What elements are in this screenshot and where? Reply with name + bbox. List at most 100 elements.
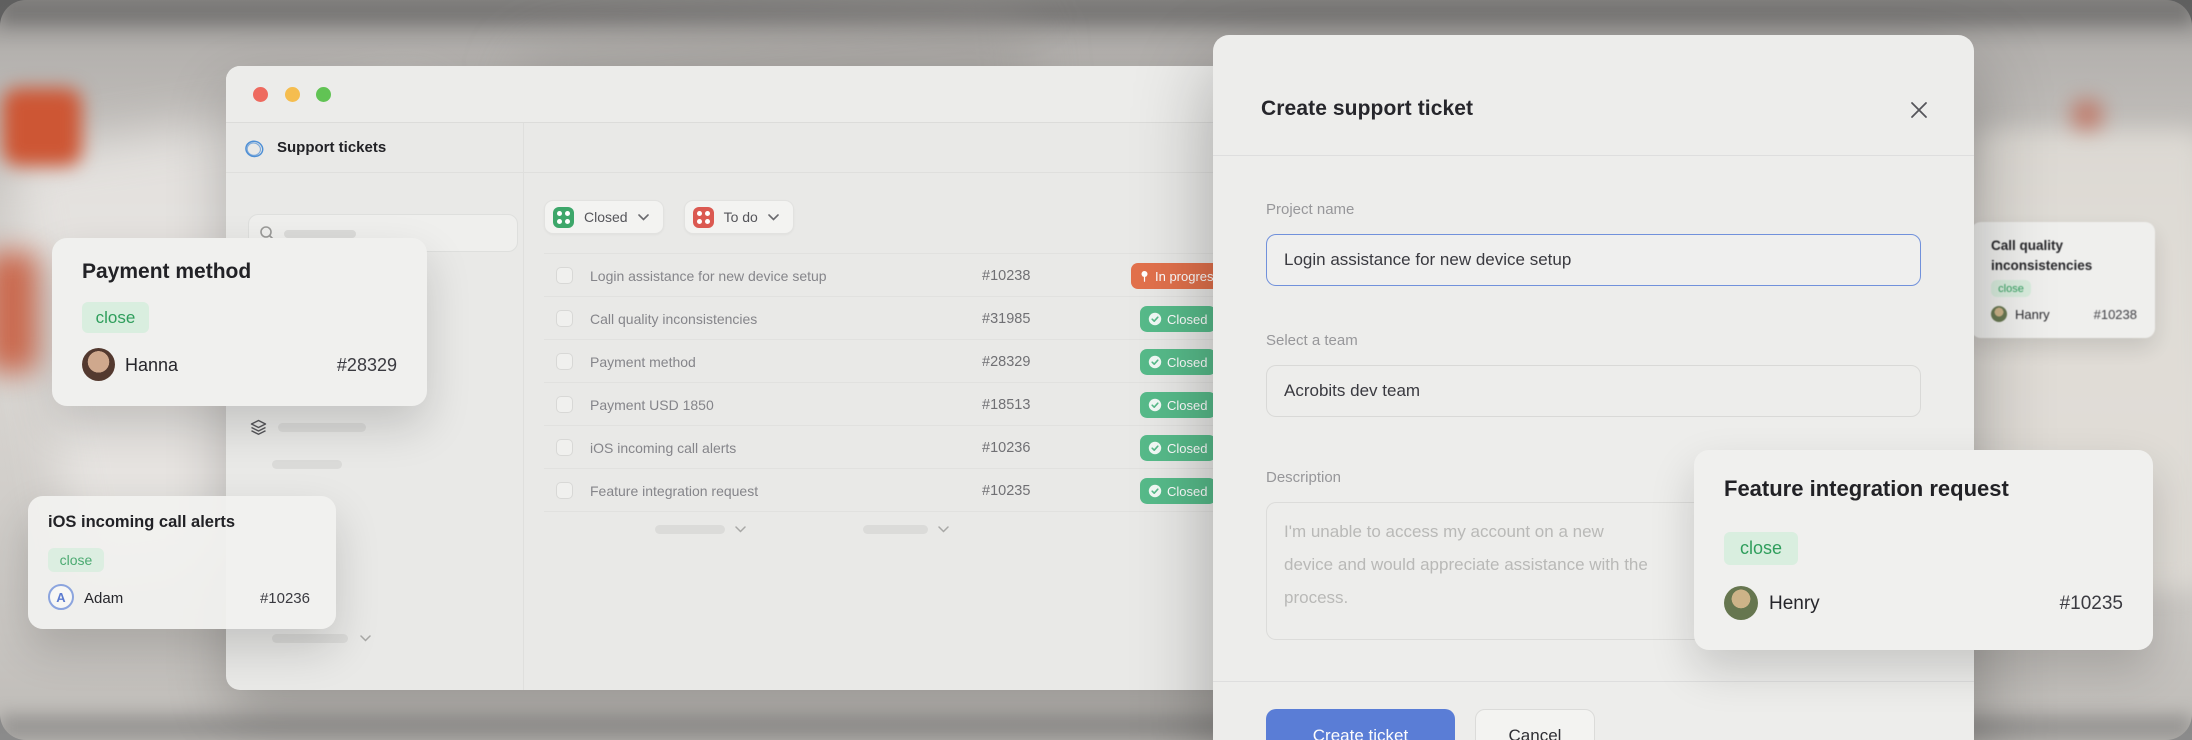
description-label: Description (1266, 469, 1341, 486)
grid-icon (693, 207, 714, 228)
chevron-down-icon (360, 635, 371, 642)
layers-icon (249, 418, 268, 437)
app-logo-icon (242, 137, 267, 162)
modal-title: Create support ticket (1261, 97, 1473, 121)
cancel-button[interactable]: Cancel (1475, 709, 1595, 740)
check-icon (1148, 441, 1162, 455)
table-row[interactable]: iOS incoming call alerts #10236 Closed (544, 426, 1260, 469)
card-title: Payment method (82, 260, 251, 284)
ticket-id: #10236 (260, 590, 310, 607)
ticket-id: #31985 (982, 311, 1030, 327)
assignee-name: Hanry (2015, 307, 2050, 322)
status-badge: Closed (1140, 478, 1216, 504)
table-row[interactable]: Login assistance for new device setup #1… (544, 254, 1260, 297)
row-checkbox[interactable] (556, 396, 573, 413)
sidebar-divider (523, 123, 524, 690)
avatar (1724, 586, 1758, 620)
modal-footer-divider (1213, 681, 1974, 682)
tickets-table: Login assistance for new device setup #1… (544, 253, 1260, 512)
check-icon (1148, 312, 1162, 326)
ticket-title: Payment USD 1850 (590, 397, 714, 413)
pin-icon (1139, 270, 1150, 283)
table-row[interactable]: Feature integration request #10235 Close… (544, 469, 1260, 512)
app-header-row: Support tickets (226, 123, 1260, 173)
ticket-id: #10235 (2060, 593, 2123, 615)
status-label: In progress (1155, 269, 1220, 284)
pagination-control[interactable] (863, 525, 949, 534)
filter-bar: Closed To do (544, 200, 794, 234)
ticket-id: #10238 (982, 268, 1030, 284)
status-label: Closed (1167, 398, 1207, 413)
status-badge: Closed (1140, 435, 1216, 461)
window-titlebar (226, 66, 1260, 123)
ticket-title: Call quality inconsistencies (590, 311, 757, 327)
assignee-name: Adam (84, 590, 123, 607)
card-title: Feature integration request (1724, 476, 2009, 502)
status-label: Closed (1167, 312, 1207, 327)
status-label: Closed (1167, 355, 1207, 370)
sidebar-label-skeleton (278, 423, 366, 432)
zoom-window-button[interactable] (316, 87, 331, 102)
minimize-window-button[interactable] (285, 87, 300, 102)
ticket-id: #28329 (337, 355, 397, 376)
project-name-input[interactable] (1266, 234, 1921, 286)
card-title: Call quality inconsistencies (1991, 236, 2121, 276)
status-badge: Closed (1140, 349, 1216, 375)
sidebar-label-skeleton (272, 460, 342, 469)
ticket-id: #10235 (982, 483, 1030, 499)
status-badge: Closed (1140, 306, 1216, 332)
table-row[interactable]: Payment method #28329 Closed (544, 340, 1260, 383)
status-badge: Closed (1140, 392, 1216, 418)
assignee-name: Hanna (125, 355, 178, 376)
status-chip: close (82, 302, 149, 333)
ticket-id: #10236 (982, 440, 1030, 456)
bg-top-shade (0, 0, 2192, 26)
app-title: Support tickets (277, 139, 386, 156)
filter-label: Closed (584, 209, 628, 225)
ticket-id: #18513 (982, 397, 1030, 413)
grid-icon (553, 207, 574, 228)
team-label: Select a team (1266, 332, 1358, 349)
ticket-card-ios-alerts: iOS incoming call alerts close A Adam #1… (28, 496, 336, 629)
close-icon[interactable] (1906, 97, 1932, 123)
ticket-card-call-quality: Call quality inconsistencies close Hanry… (1971, 222, 2155, 338)
ticket-title: Feature integration request (590, 483, 758, 499)
team-select[interactable]: Acrobits dev team (1266, 365, 1921, 417)
check-icon (1148, 398, 1162, 412)
row-checkbox[interactable] (556, 482, 573, 499)
row-checkbox[interactable] (556, 353, 573, 370)
check-icon (1148, 355, 1162, 369)
row-checkbox[interactable] (556, 439, 573, 456)
status-label: Closed (1167, 441, 1207, 456)
bg-red-dot-right (2072, 100, 2102, 130)
table-row[interactable]: Call quality inconsistencies #31985 Clos… (544, 297, 1260, 340)
ticket-title: Login assistance for new device setup (590, 268, 827, 284)
row-checkbox[interactable] (556, 267, 573, 284)
status-label: Closed (1167, 484, 1207, 499)
sidebar-item[interactable] (249, 418, 268, 442)
filter-label: To do (724, 209, 758, 225)
chevron-down-icon (938, 526, 949, 533)
project-name-label: Project name (1266, 201, 1354, 218)
filter-dropdown[interactable]: Closed (544, 200, 664, 234)
ticket-id: #10238 (2094, 307, 2137, 322)
pagination-skeleton (655, 525, 725, 534)
status-chip: close (1724, 532, 1798, 565)
bg-orange-strip (0, 252, 38, 372)
table-row[interactable]: Payment USD 1850 #18513 Closed (544, 383, 1260, 426)
filter-dropdown[interactable]: To do (684, 200, 794, 234)
pagination-control[interactable] (655, 525, 746, 534)
create-ticket-button[interactable]: Create ticket (1266, 709, 1455, 740)
avatar (1991, 306, 2007, 322)
avatar (82, 348, 115, 381)
chevron-down-icon (638, 214, 649, 221)
sidebar-label-skeleton (272, 634, 348, 643)
card-title: iOS incoming call alerts (48, 513, 235, 532)
check-icon (1148, 484, 1162, 498)
row-checkbox[interactable] (556, 310, 573, 327)
chevron-down-icon (768, 214, 779, 221)
screenshot-canvas: Call quality inconsistencies close Hanry… (0, 0, 2192, 740)
status-chip: close (48, 548, 104, 572)
close-window-button[interactable] (253, 87, 268, 102)
avatar: A (48, 584, 74, 610)
